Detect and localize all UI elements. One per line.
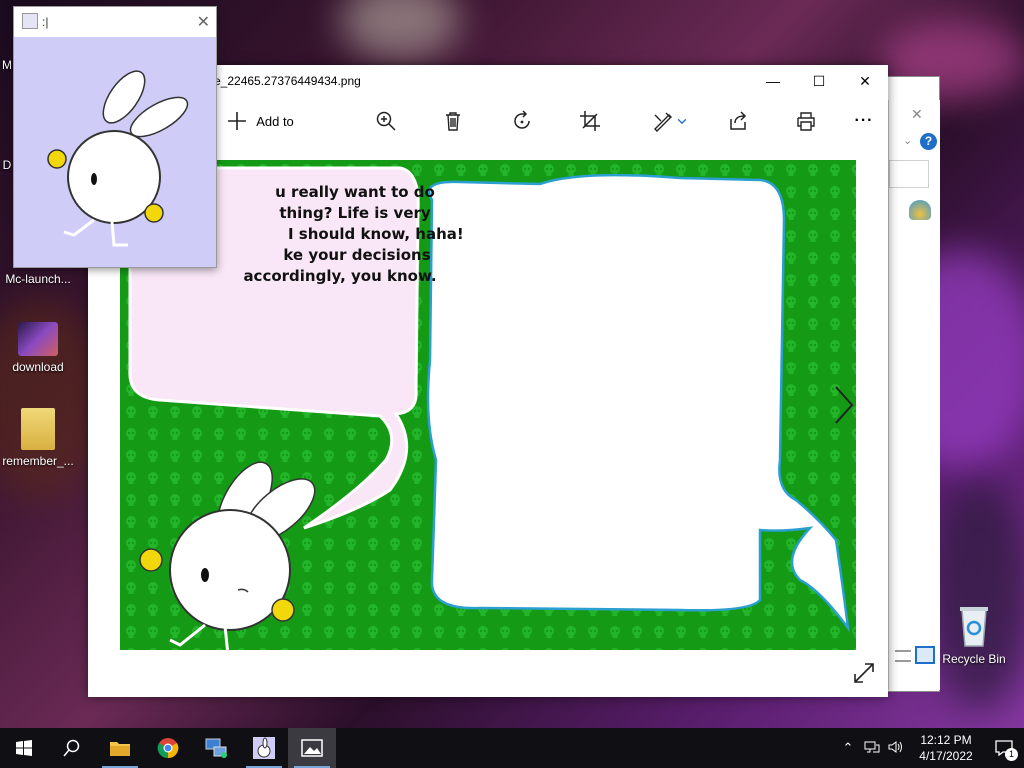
share-button[interactable] [724, 103, 752, 139]
taskbar: ⌃ 12:12 PM 4/17/2022 1 [0, 728, 1024, 768]
help-icon[interactable]: ? [920, 133, 937, 150]
windows-logo-icon [16, 740, 32, 756]
search-icon [63, 739, 80, 757]
recycle-bin-icon [960, 607, 988, 647]
clock-date: 4/17/2022 [919, 749, 973, 763]
address-box[interactable] [889, 160, 929, 188]
notification-badge: 1 [1005, 748, 1018, 761]
rotate-icon [514, 110, 530, 129]
desktop-icon-mc-launcher[interactable]: Mc-launch... [0, 272, 76, 286]
taskbar-network-app[interactable] [192, 728, 240, 768]
minimize-button[interactable]: — [750, 65, 796, 97]
taskbar-bunny-app[interactable] [240, 728, 288, 768]
image-preview-window[interactable]: :| ✕ [13, 6, 217, 268]
shell-icon [909, 200, 931, 220]
delete-button[interactable] [439, 103, 467, 139]
trash-icon [446, 112, 460, 131]
edit-pen-icon [654, 112, 672, 132]
more-options-button[interactable]: ··· [850, 103, 878, 139]
wallpaper-glow [340, 0, 460, 60]
volume-icon[interactable] [884, 740, 908, 757]
fullscreen-expand-icon[interactable] [852, 661, 876, 685]
next-image-arrow-icon[interactable] [828, 383, 858, 427]
folder-icon [21, 408, 55, 450]
preview-title: :| [42, 15, 49, 29]
window-title: e_22465.27376449434.png [214, 74, 361, 88]
preview-titlebar[interactable]: :| ✕ [14, 7, 216, 37]
bunny-app-icon [253, 737, 275, 759]
desktop-icon-m[interactable]: M [0, 58, 14, 72]
image-file-icon [18, 322, 58, 356]
close-icon[interactable]: ✕ [197, 12, 210, 32]
chevron-down-icon[interactable]: ⌄ [903, 134, 912, 147]
details-view-icon[interactable] [895, 650, 911, 662]
bunny-thumbnail [47, 70, 189, 247]
clock-time: 12:12 PM [920, 733, 972, 747]
desktop-icon-download[interactable]: download [0, 322, 76, 374]
zoom-in-icon [376, 111, 396, 131]
folder-icon [110, 742, 130, 756]
app-icon [22, 13, 38, 29]
plus-icon [228, 112, 247, 130]
print-button[interactable] [792, 103, 820, 139]
clock[interactable]: 12:12 PM 4/17/2022 [908, 732, 984, 764]
chevron-down-icon [677, 118, 687, 125]
crop-icon [580, 111, 600, 131]
chevron-up-icon[interactable]: ⌃ [836, 740, 860, 756]
computer-network-icon [205, 738, 227, 758]
edit-create-button[interactable] [648, 103, 692, 139]
system-tray: ⌃ 12:12 PM 4/17/2022 1 [836, 728, 1024, 768]
desktop-icon-remember[interactable]: remember_... [0, 408, 76, 468]
taskbar-photos[interactable] [288, 728, 336, 768]
zoom-button[interactable] [372, 103, 400, 139]
photos-icon [301, 739, 323, 757]
rotate-button[interactable] [508, 103, 536, 139]
image-viewer[interactable]: u really want to do thing? Life is very … [120, 160, 856, 650]
taskbar-file-explorer[interactable] [96, 728, 144, 768]
close-button[interactable]: ✕ [842, 65, 888, 97]
chrome-icon [157, 738, 179, 759]
wallpaper-glow [930, 480, 1024, 710]
crop-button[interactable] [576, 103, 604, 139]
search-button[interactable] [48, 728, 96, 768]
close-icon[interactable]: ✕ [911, 106, 923, 123]
taskbar-chrome[interactable] [144, 728, 192, 768]
desktop-icon-recycle-bin[interactable]: Recycle Bin [936, 604, 1012, 666]
action-center-button[interactable]: 1 [984, 728, 1024, 768]
explorer-window[interactable]: ✕ ⌄ ? [888, 100, 940, 690]
start-button[interactable] [0, 728, 48, 768]
add-to-button[interactable]: Add to [224, 103, 296, 139]
desktop-icon-d[interactable]: D [0, 158, 14, 172]
large-icons-view-icon[interactable] [915, 646, 935, 664]
maximize-button[interactable]: ☐ [796, 65, 842, 97]
share-icon [730, 111, 747, 130]
printer-icon [797, 112, 815, 131]
network-icon[interactable] [860, 740, 884, 757]
